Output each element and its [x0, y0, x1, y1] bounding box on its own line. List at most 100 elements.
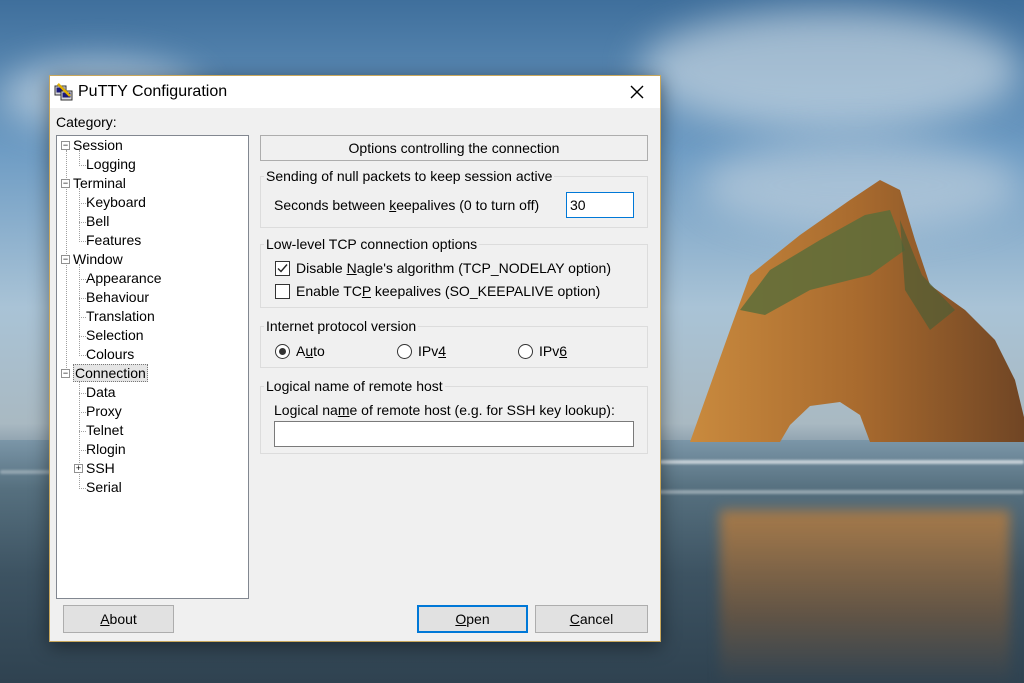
- keepalive-seconds-input[interactable]: [566, 192, 634, 218]
- ipv6-label[interactable]: IPv6: [539, 343, 567, 359]
- nodelay-label[interactable]: Disable Nagle's algorithm (TCP_NODELAY o…: [296, 260, 611, 276]
- keepalive-label-post: eepalives (0 to turn off): [396, 197, 539, 213]
- tree-item-session[interactable]: Session: [73, 136, 123, 155]
- ip-version-group-title: Internet protocol version: [264, 318, 418, 334]
- tree-item-logging[interactable]: Logging: [86, 155, 136, 174]
- tree-item-bell[interactable]: Bell: [86, 212, 109, 231]
- expand-icon[interactable]: +: [74, 464, 83, 473]
- tree-item-connection[interactable]: Connection: [73, 364, 148, 383]
- tcp-keepalive-label-accel: P: [362, 283, 371, 299]
- desktop-rock: [690, 180, 1024, 450]
- tree-item-telnet[interactable]: Telnet: [86, 421, 123, 440]
- tree-item-behaviour[interactable]: Behaviour: [86, 288, 149, 307]
- tree-item-label: Serial: [86, 479, 122, 495]
- ipv4-label[interactable]: IPv4: [418, 343, 446, 359]
- tree-line: [79, 431, 86, 432]
- collapse-icon[interactable]: −: [61, 369, 70, 378]
- nodelay-label-post: agle's algorithm (TCP_NODELAY option): [357, 260, 611, 276]
- title-bar[interactable]: PuTTY Configuration: [50, 76, 660, 108]
- putty-app-icon: [54, 82, 74, 102]
- remote-host-label-post: e of remote host (e.g. for SSH key looku…: [350, 402, 615, 418]
- tree-item-label: Proxy: [86, 403, 122, 419]
- ip-auto-label-pre: A: [296, 343, 305, 359]
- tree-item-label: SSH: [86, 460, 115, 476]
- open-button-accel: O: [455, 611, 466, 627]
- tree-item-proxy[interactable]: Proxy: [86, 402, 122, 421]
- tree-item-rlogin[interactable]: Rlogin: [86, 440, 126, 459]
- radio-selected-dot: [279, 348, 286, 355]
- checkmark-icon: [277, 263, 288, 274]
- null-packets-group-title: Sending of null packets to keep session …: [264, 168, 554, 184]
- tree-line: [79, 355, 86, 356]
- tree-line: [79, 241, 86, 242]
- tree-item-translation[interactable]: Translation: [86, 307, 155, 326]
- tree-line: [79, 165, 86, 166]
- nodelay-label-pre: Disable: [296, 260, 347, 276]
- tree-item-features[interactable]: Features: [86, 231, 141, 250]
- tcp-keepalive-checkbox[interactable]: [275, 284, 290, 299]
- tree-item-serial[interactable]: Serial: [86, 478, 122, 497]
- keepalive-label: Seconds between keepalives (0 to turn of…: [274, 197, 539, 213]
- tree-item-label: Selection: [86, 327, 144, 343]
- open-button[interactable]: Open: [417, 605, 528, 633]
- tree-item-label: Features: [86, 232, 141, 248]
- cancel-button-accel: C: [570, 611, 580, 627]
- tree-item-keyboard[interactable]: Keyboard: [86, 193, 146, 212]
- tree-line: [79, 336, 86, 337]
- tcp-keepalive-label-pre: Enable TC: [296, 283, 362, 299]
- desktop-rock-reflection: [720, 510, 1010, 683]
- ipv6-radio[interactable]: [518, 344, 533, 359]
- ipv6-label-pre: IPv: [539, 343, 559, 359]
- tree-item-label: Rlogin: [86, 441, 126, 457]
- nodelay-label-accel: N: [347, 260, 357, 276]
- tree-line: [79, 203, 86, 204]
- about-button[interactable]: About: [63, 605, 174, 633]
- tree-line: [79, 412, 86, 413]
- cancel-button[interactable]: Cancel: [535, 605, 648, 633]
- putty-config-window: PuTTY Configuration Category: − Session: [49, 75, 661, 642]
- panel-header: Options controlling the connection: [260, 135, 648, 161]
- collapse-icon[interactable]: −: [61, 255, 70, 264]
- category-tree[interactable]: − Session Logging − Terminal Keyboard Be…: [56, 135, 249, 599]
- collapse-icon[interactable]: −: [61, 179, 70, 188]
- keepalive-label-pre: Seconds between: [274, 197, 389, 213]
- ip-auto-label[interactable]: Auto: [296, 343, 325, 359]
- remote-host-group-title: Logical name of remote host: [264, 378, 445, 394]
- tree-line: [79, 488, 86, 489]
- close-button[interactable]: [614, 76, 660, 108]
- remote-host-input[interactable]: [274, 421, 634, 447]
- tree-line: [79, 298, 86, 299]
- ip-auto-label-accel: u: [305, 343, 313, 359]
- ipv4-label-pre: IPv: [418, 343, 438, 359]
- remote-host-label-pre: Logical na: [274, 402, 338, 418]
- ipv4-radio[interactable]: [397, 344, 412, 359]
- tree-item-label: Appearance: [86, 270, 162, 286]
- about-button-accel: A: [100, 611, 109, 627]
- tree-item-window[interactable]: Window: [73, 250, 123, 269]
- tree-item-data[interactable]: Data: [86, 383, 116, 402]
- collapse-icon[interactable]: −: [61, 141, 70, 150]
- tree-item-selection[interactable]: Selection: [86, 326, 144, 345]
- tree-item-appearance[interactable]: Appearance: [86, 269, 162, 288]
- tree-item-label: Data: [86, 384, 116, 400]
- nodelay-checkbox[interactable]: [275, 261, 290, 276]
- tree-line: [79, 279, 86, 280]
- tree-item-terminal[interactable]: Terminal: [73, 174, 126, 193]
- tree-item-ssh[interactable]: SSH: [86, 459, 115, 478]
- tree-item-label: Logging: [86, 156, 136, 172]
- tcp-keepalive-label[interactable]: Enable TCP keepalives (SO_KEEPALIVE opti…: [296, 283, 600, 299]
- tree-line: [79, 188, 80, 242]
- tree-line: [79, 222, 86, 223]
- window-title: PuTTY Configuration: [78, 83, 227, 101]
- tree-item-label: Telnet: [86, 422, 123, 438]
- ipv4-label-accel: 4: [438, 343, 446, 359]
- tree-item-label: Bell: [86, 213, 109, 229]
- cancel-button-label: ancel: [580, 611, 613, 627]
- ip-auto-radio[interactable]: [275, 344, 290, 359]
- tree-item-label: Terminal: [73, 175, 126, 191]
- open-button-label: pen: [466, 611, 489, 627]
- remote-host-label-accel: m: [338, 402, 350, 418]
- tree-line: [79, 264, 80, 356]
- tree-item-colours[interactable]: Colours: [86, 345, 134, 364]
- tcp-options-group-title: Low-level TCP connection options: [264, 236, 479, 252]
